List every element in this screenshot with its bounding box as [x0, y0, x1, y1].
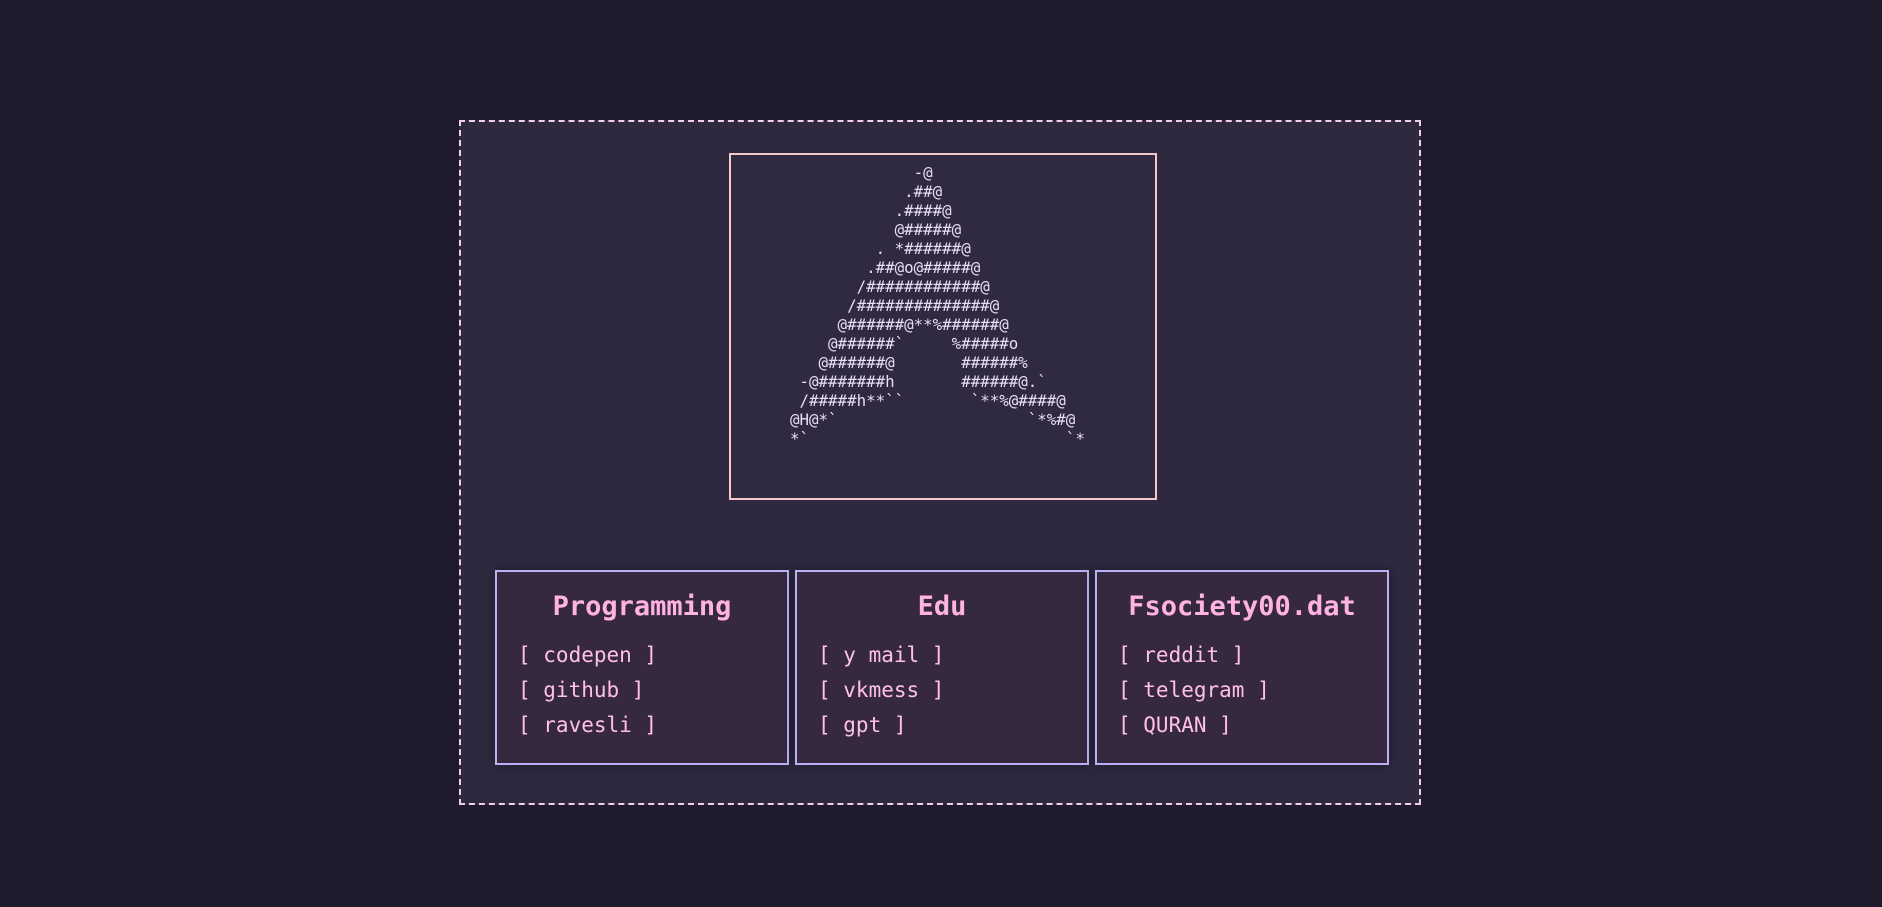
link-codepen[interactable]: [ codepen ]	[518, 638, 657, 673]
link-ravesli[interactable]: [ ravesli ]	[518, 708, 657, 743]
link-list-edu: [ y mail ] [ vkmess ] [ gpt ]	[818, 638, 944, 743]
link-vkmess[interactable]: [ vkmess ]	[818, 673, 944, 708]
link-list-fsociety: [ reddit ] [ telegram ] [ QURAN ]	[1118, 638, 1270, 743]
card-title-fsociety: Fsociety00.dat	[1128, 591, 1356, 622]
card-fsociety: Fsociety00.dat [ reddit ] [ telegram ] […	[1095, 570, 1389, 765]
card-programming: Programming [ codepen ] [ github ] [ rav…	[495, 570, 789, 765]
card-title-programming: Programming	[552, 591, 732, 622]
link-quran[interactable]: [ QURAN ]	[1118, 708, 1270, 743]
card-edu: Edu [ y mail ] [ vkmess ] [ gpt ]	[795, 570, 1089, 765]
ascii-logo-box: -@ .##@ .####@ @#####@ . *######@ .##@o@…	[729, 153, 1157, 500]
bookmark-cards: Programming [ codepen ] [ github ] [ rav…	[495, 570, 1389, 765]
link-github[interactable]: [ github ]	[518, 673, 657, 708]
link-telegram[interactable]: [ telegram ]	[1118, 673, 1270, 708]
ascii-art-logo: -@ .##@ .####@ @#####@ . *######@ .##@o@…	[790, 163, 1085, 448]
link-gpt[interactable]: [ gpt ]	[818, 708, 944, 743]
startpage-frame: -@ .##@ .####@ @#####@ . *######@ .##@o@…	[459, 120, 1421, 805]
link-reddit[interactable]: [ reddit ]	[1118, 638, 1270, 673]
link-y-mail[interactable]: [ y mail ]	[818, 638, 944, 673]
link-list-programming: [ codepen ] [ github ] [ ravesli ]	[518, 638, 657, 743]
card-title-edu: Edu	[917, 591, 967, 622]
